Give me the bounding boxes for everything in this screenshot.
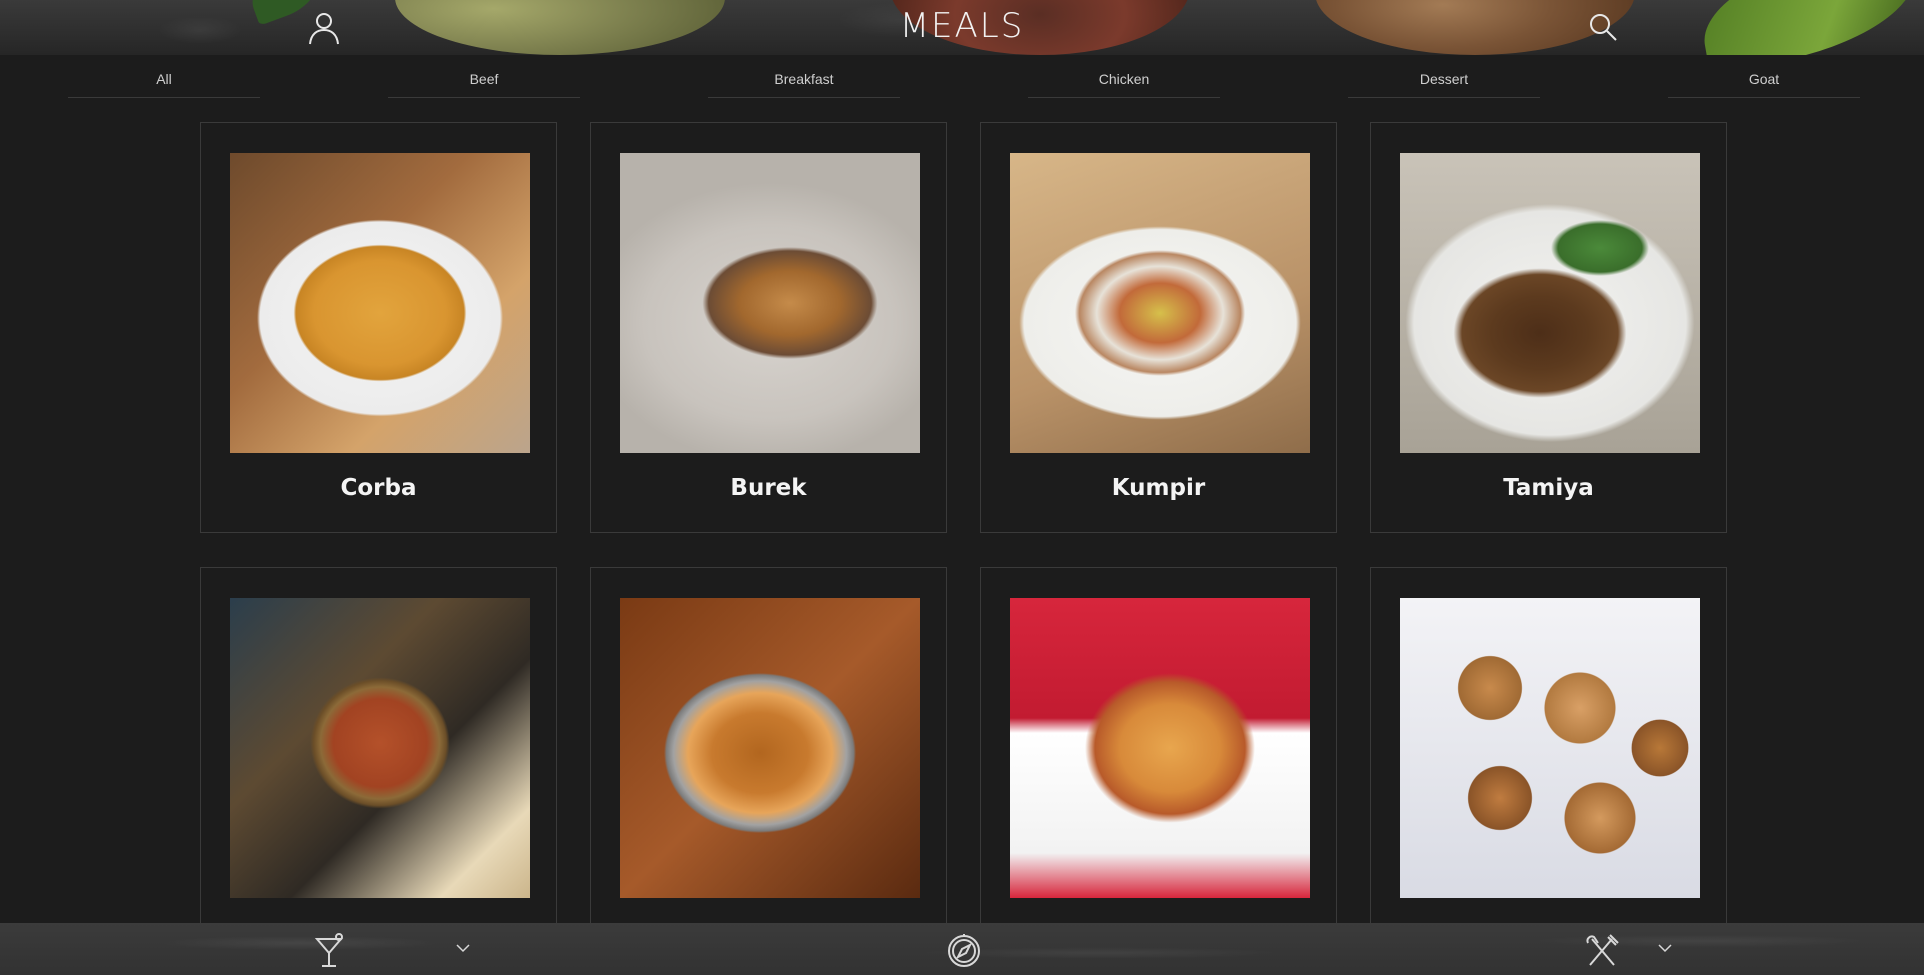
meal-image bbox=[620, 598, 920, 898]
footer-bar bbox=[0, 923, 1924, 975]
fork-knife-icon[interactable] bbox=[1582, 931, 1622, 971]
meal-name: Kumpir bbox=[1111, 475, 1206, 501]
meal-card[interactable] bbox=[980, 567, 1337, 975]
meal-card[interactable] bbox=[590, 567, 947, 975]
category-tab-beef[interactable]: Beef bbox=[388, 55, 580, 98]
meal-name: Tamiya bbox=[1503, 475, 1594, 501]
meal-image bbox=[620, 153, 920, 453]
meal-card[interactable]: Corba bbox=[200, 122, 557, 533]
meal-card[interactable] bbox=[200, 567, 557, 975]
category-tab-goat[interactable]: Goat bbox=[1668, 55, 1860, 98]
chevron-down-icon bbox=[455, 941, 471, 953]
meals-app: MEALS All Beef Breakfast Chicken Dessert… bbox=[0, 0, 1924, 975]
meal-name: Burek bbox=[730, 475, 807, 501]
meal-card[interactable] bbox=[1370, 567, 1727, 975]
meal-grid: Corba Burek Kumpir Tamiya bbox=[0, 122, 1924, 975]
meal-card[interactable]: Tamiya bbox=[1370, 122, 1727, 533]
compass-icon[interactable] bbox=[944, 931, 984, 971]
meal-image bbox=[230, 598, 530, 898]
category-tab-dessert[interactable]: Dessert bbox=[1348, 55, 1540, 98]
meal-card[interactable]: Kumpir bbox=[980, 122, 1337, 533]
header-bar: MEALS bbox=[0, 0, 1924, 55]
meal-card[interactable]: Burek bbox=[590, 122, 947, 533]
category-bar: All Beef Breakfast Chicken Dessert Goat bbox=[0, 55, 1924, 105]
meal-image bbox=[1010, 153, 1310, 453]
cocktail-icon[interactable] bbox=[309, 931, 349, 971]
category-tab-chicken[interactable]: Chicken bbox=[1028, 55, 1220, 98]
chevron-down-icon bbox=[1657, 941, 1673, 953]
page-title: MEALS bbox=[899, 6, 1025, 46]
search-icon[interactable] bbox=[1588, 12, 1618, 42]
meal-image bbox=[1400, 153, 1700, 453]
meal-name: Corba bbox=[340, 475, 417, 501]
category-tab-breakfast[interactable]: Breakfast bbox=[708, 55, 900, 98]
category-tab-all[interactable]: All bbox=[68, 55, 260, 98]
meal-image bbox=[230, 153, 530, 453]
meal-image bbox=[1010, 598, 1310, 898]
meal-image bbox=[1400, 598, 1700, 898]
